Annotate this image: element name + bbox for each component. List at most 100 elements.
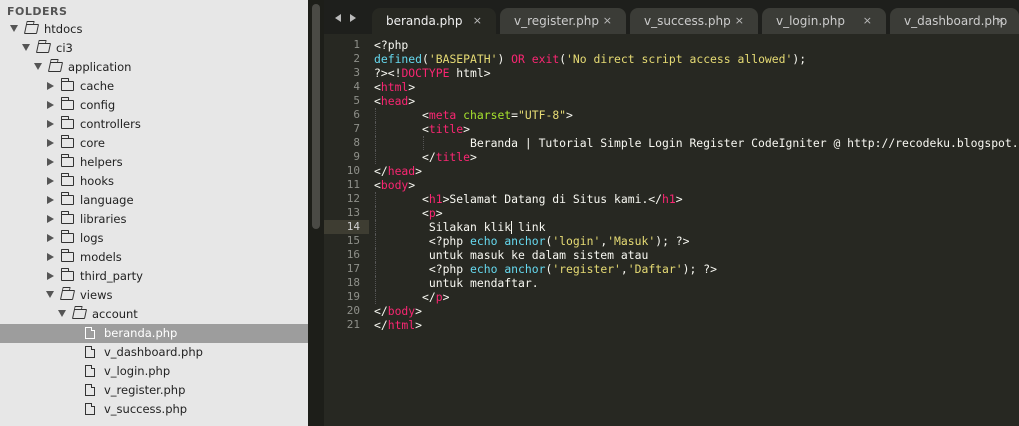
- tab-v-login-php[interactable]: v_login.php ×: [762, 8, 886, 34]
- expand-arrow-right-icon[interactable]: [47, 253, 54, 261]
- code-line[interactable]: Silakan klik link: [374, 220, 1019, 234]
- tree-folder-item[interactable]: language: [0, 191, 308, 210]
- tree-folder-item[interactable]: models: [0, 248, 308, 267]
- tree-folder-item[interactable]: config: [0, 96, 308, 115]
- tree-file-item[interactable]: v_login.php: [0, 362, 308, 381]
- expand-arrow-down-icon[interactable]: [10, 25, 18, 32]
- expand-arrow-right-icon[interactable]: [47, 272, 54, 280]
- expand-arrow-right-icon[interactable]: [47, 101, 54, 109]
- indent-guide: [375, 276, 376, 290]
- tree-file-item[interactable]: beranda.php: [0, 324, 308, 343]
- tree-folder-item[interactable]: application: [0, 58, 308, 77]
- code-line[interactable]: <meta charset="UTF-8">: [374, 108, 1019, 122]
- code-token: 'BASEPATH': [428, 52, 498, 66]
- tree-item-label: account: [92, 307, 138, 321]
- code-token: ); ?>: [655, 234, 690, 248]
- line-number: 3: [353, 66, 360, 79]
- expand-arrow-down-icon[interactable]: [58, 310, 66, 317]
- code-line[interactable]: ?><!DOCTYPE html>: [374, 66, 1019, 80]
- tree-folder-item[interactable]: libraries: [0, 210, 308, 229]
- tree-folder-item[interactable]: htdocs: [0, 20, 308, 39]
- tree-folder-item[interactable]: logs: [0, 229, 308, 248]
- code-line[interactable]: <head>: [374, 94, 1019, 108]
- tree-folder-item[interactable]: helpers: [0, 153, 308, 172]
- sidebar-scrollbar-thumb[interactable]: [312, 4, 320, 229]
- expand-arrow-right-icon[interactable]: [47, 177, 54, 185]
- expand-arrow-right-icon[interactable]: [47, 82, 54, 90]
- expand-arrow-down-icon[interactable]: [22, 44, 30, 51]
- code-line[interactable]: </p>: [374, 290, 1019, 304]
- tree-folder-item[interactable]: views: [0, 286, 308, 305]
- tree-file-item[interactable]: v_success.php: [0, 400, 308, 419]
- code-line[interactable]: </title>: [374, 150, 1019, 164]
- tab-v-register-php[interactable]: v_register.php ×: [500, 8, 626, 34]
- expand-arrow-right-icon[interactable]: [47, 215, 54, 223]
- file-icon: [85, 327, 95, 339]
- tab-label: v_login.php: [776, 14, 845, 28]
- expand-arrow-right-icon[interactable]: [47, 158, 54, 166]
- close-icon[interactable]: ×: [603, 14, 612, 27]
- tab-next-icon[interactable]: [350, 14, 356, 22]
- tab-prev-icon[interactable]: [335, 14, 341, 22]
- folder-open-icon: [59, 290, 76, 300]
- tree-folder-item[interactable]: controllers: [0, 115, 308, 134]
- code-editor[interactable]: beranda.php × v_register.php × v_success.php…: [324, 0, 1019, 426]
- tree-item-label: views: [80, 288, 113, 302]
- line-number-gutter: 1 2 3 4 5 6 7 8 9 10 11 12 13 14 15 16 17 18 19 20 21: [324, 38, 360, 332]
- code-token: ): [497, 52, 512, 66]
- tree-folder-item[interactable]: cache: [0, 77, 308, 96]
- tree-folder-item[interactable]: core: [0, 134, 308, 153]
- close-icon[interactable]: ×: [996, 14, 1005, 27]
- tree-folder-item[interactable]: ci3: [0, 39, 308, 58]
- code-line[interactable]: Beranda | Tutorial Simple Login Register…: [374, 136, 1019, 150]
- file-icon: [85, 384, 95, 396]
- tree-file-item[interactable]: v_dashboard.php: [0, 343, 308, 362]
- code-line[interactable]: untuk masuk ke dalam sistem atau: [374, 248, 1019, 262]
- code-line[interactable]: <body>: [374, 178, 1019, 192]
- code-line[interactable]: <p>: [374, 206, 1019, 220]
- tab-label: v_register.php: [514, 14, 599, 28]
- code-line[interactable]: <?php echo anchor('register','Daftar'); …: [374, 262, 1019, 276]
- close-icon[interactable]: ×: [735, 14, 744, 27]
- code-line[interactable]: <title>: [374, 122, 1019, 136]
- code-line[interactable]: </html>: [374, 318, 1019, 332]
- code-line[interactable]: <html>: [374, 80, 1019, 94]
- code-line[interactable]: untuk mendaftar.: [374, 276, 1019, 290]
- indent-guide: [375, 150, 376, 164]
- tree-folder-item[interactable]: hooks: [0, 172, 308, 191]
- code-token: ,: [620, 262, 628, 276]
- code-token: 'Daftar': [627, 262, 683, 276]
- line-number: 10: [346, 164, 360, 177]
- close-icon[interactable]: ×: [473, 14, 482, 27]
- code-line[interactable]: </head>: [374, 164, 1019, 178]
- code-token: title: [428, 122, 464, 136]
- line-number: 18: [346, 276, 360, 289]
- tab-v-dashboard-php[interactable]: v_dashboard.php ×: [890, 8, 1019, 34]
- code-token: exit: [531, 52, 560, 66]
- code-line[interactable]: <h1>Selamat Datang di Situs kami.</h1>: [374, 192, 1019, 206]
- code-line[interactable]: </body>: [374, 304, 1019, 318]
- code-line[interactable]: defined('BASEPATH') OR exit('No direct s…: [374, 52, 1019, 66]
- indent-guide: [375, 262, 376, 276]
- expand-arrow-right-icon[interactable]: [47, 120, 54, 128]
- expand-arrow-down-icon[interactable]: [46, 291, 54, 298]
- code-line[interactable]: <?php echo anchor('login','Masuk'); ?>: [374, 234, 1019, 248]
- code-token: DOCTYPE: [401, 66, 450, 80]
- code-token: </: [374, 164, 388, 178]
- code-area[interactable]: <?php defined('BASEPATH') OR exit('No dir…: [374, 38, 1019, 332]
- expand-arrow-right-icon[interactable]: [47, 234, 54, 242]
- code-text: untuk masuk ke dalam sistem atau: [374, 248, 648, 262]
- code-line[interactable]: <?php: [374, 38, 1019, 52]
- tab-beranda-php[interactable]: beranda.php ×: [372, 8, 496, 34]
- tree-folder-item[interactable]: third_party: [0, 267, 308, 286]
- code-text: <h1>Selamat Datang di Situs kami.</h1>: [374, 192, 683, 206]
- code-text: Beranda | Tutorial Simple Login Register…: [374, 136, 1019, 150]
- close-icon[interactable]: ×: [863, 14, 872, 27]
- tree-folder-item[interactable]: account: [0, 305, 308, 324]
- expand-arrow-down-icon[interactable]: [34, 63, 42, 70]
- tree-file-item[interactable]: v_register.php: [0, 381, 308, 400]
- code-token: </: [374, 304, 388, 318]
- expand-arrow-right-icon[interactable]: [47, 139, 54, 147]
- expand-arrow-right-icon[interactable]: [47, 196, 54, 204]
- tab-v-success-php[interactable]: v_success.php ×: [630, 8, 758, 34]
